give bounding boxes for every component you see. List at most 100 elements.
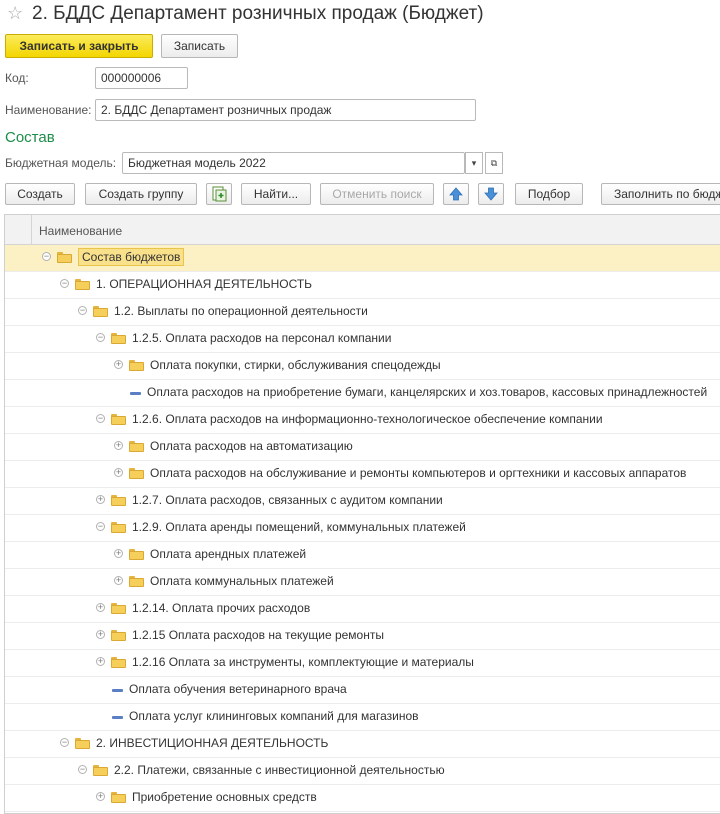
table-row[interactable]: − Состав бюджетов: [5, 245, 720, 272]
row-label: Состав бюджетов: [78, 248, 185, 266]
table-row[interactable]: − 1.2.6. Оплата расходов на информационно…: [5, 407, 720, 434]
folder-icon: [111, 495, 126, 506]
expand-icon[interactable]: +: [114, 360, 123, 369]
table-row[interactable]: + Оплата арендных платежей: [5, 542, 720, 569]
folder-icon: [111, 657, 126, 668]
expand-icon[interactable]: +: [114, 576, 123, 585]
row-label: 1. ОПЕРАЦИОННАЯ ДЕЯТЕЛЬНОСТЬ: [96, 277, 313, 291]
row-label: Оплата расходов на приобретение бумаги, …: [147, 385, 708, 399]
table-row[interactable]: + Приобретение основных средств: [5, 785, 720, 812]
table-row[interactable]: +1.2.14. Оплата прочих расходов: [5, 596, 720, 623]
folder-icon: [111, 630, 126, 641]
row-label: Приобретение основных средств: [132, 790, 317, 804]
table-row[interactable]: − 1.2.5. Оплата расходов на персонал комп…: [5, 326, 720, 353]
open-link-icon[interactable]: ⧉: [485, 152, 503, 174]
item-icon: [112, 689, 123, 692]
favorite-star-icon[interactable]: ☆: [7, 3, 23, 23]
row-label: Оплата расходов на обслуживание и ремонт…: [150, 466, 687, 480]
table-row[interactable]: + Оплата коммунальных платежей: [5, 569, 720, 596]
expand-icon[interactable]: +: [114, 441, 123, 450]
document-add-icon: [212, 186, 227, 202]
table-row[interactable]: − 1.2.9. Оплата аренды помещений, коммуна…: [5, 515, 720, 542]
row-label: 1.2.14. Оплата прочих расходов: [132, 601, 311, 615]
table-row[interactable]: Оплата расходов на приобретение бумаги, …: [5, 380, 720, 407]
folder-icon: [129, 441, 144, 452]
save-and-close-button[interactable]: Записать и закрыть: [5, 34, 153, 58]
row-label: 1.2.5. Оплата расходов на персонал компа…: [132, 331, 392, 345]
table-row[interactable]: +1.2.15 Оплата расходов на текущие ремон…: [5, 623, 720, 650]
row-label: Оплата расходов на автоматизацию: [150, 439, 353, 453]
save-button[interactable]: Записать: [161, 34, 238, 58]
folder-icon: [111, 333, 126, 344]
row-label: 2. ИНВЕСТИЦИОННАЯ ДЕЯТЕЛЬНОСТЬ: [96, 736, 329, 750]
column-header-name[interactable]: Наименование: [39, 224, 122, 238]
expand-icon[interactable]: +: [96, 630, 105, 639]
row-label: Оплата обучения ветеринарного врача: [129, 682, 347, 696]
collapse-icon[interactable]: −: [60, 279, 69, 288]
code-field[interactable]: 000000006: [95, 67, 188, 89]
arrow-down-icon: [484, 187, 498, 201]
row-label: 1.2.7. Оплата расходов, связанных с ауди…: [132, 493, 443, 507]
create-button[interactable]: Создать: [5, 183, 75, 205]
table-row[interactable]: − 2.2. Платежи, связанные с инвестиционно…: [5, 758, 720, 785]
dropdown-arrow-icon[interactable]: ▾: [465, 152, 483, 174]
item-icon: [112, 716, 123, 719]
table-row[interactable]: − 1. ОПЕРАЦИОННАЯ ДЕЯТЕЛЬНОСТЬ: [5, 272, 720, 299]
table-row[interactable]: +1.2.7. Оплата расходов, связанных с ауд…: [5, 488, 720, 515]
collapse-icon[interactable]: −: [96, 414, 105, 423]
folder-icon: [129, 468, 144, 479]
arrow-up-icon: [449, 187, 463, 201]
collapse-icon[interactable]: −: [60, 738, 69, 747]
folder-icon: [57, 252, 72, 263]
expand-icon[interactable]: +: [96, 657, 105, 666]
table-row[interactable]: Оплата услуг клининговых компаний для ма…: [5, 704, 720, 731]
table-row[interactable]: Оплата обучения ветеринарного врача: [5, 677, 720, 704]
expand-icon[interactable]: +: [96, 792, 105, 801]
collapse-icon[interactable]: −: [96, 333, 105, 342]
name-field[interactable]: 2. БДДС Департамент розничных продаж: [95, 99, 476, 121]
folder-icon: [75, 738, 90, 749]
folder-icon: [93, 765, 108, 776]
table-row[interactable]: + Оплата расходов на автоматизацию: [5, 434, 720, 461]
row-label: 2.2. Платежи, связанные с инвестиционной…: [114, 763, 445, 777]
table-row[interactable]: +1.2.16 Оплата за инструменты, комплекту…: [5, 650, 720, 677]
budget-composition-table: Наименование − Состав бюджетов − 1. ОПЕРАЦИ…: [4, 214, 720, 814]
expand-icon[interactable]: +: [114, 468, 123, 477]
table-row[interactable]: − 2. ИНВЕСТИЦИОННАЯ ДЕЯТЕЛЬНОСТЬ: [5, 731, 720, 758]
row-label: 1.2.15 Оплата расходов на текущие ремонт…: [132, 628, 384, 642]
row-label: Оплата услуг клининговых компаний для ма…: [129, 709, 419, 723]
find-button[interactable]: Найти...: [241, 183, 311, 205]
collapse-icon[interactable]: −: [78, 765, 87, 774]
copy-add-button[interactable]: [206, 183, 232, 205]
collapse-icon[interactable]: −: [78, 306, 87, 315]
expand-icon[interactable]: +: [114, 549, 123, 558]
item-icon: [130, 392, 141, 395]
folder-icon: [129, 549, 144, 560]
collapse-icon[interactable]: −: [42, 252, 51, 261]
expand-icon[interactable]: +: [96, 603, 105, 612]
move-down-button[interactable]: [478, 183, 504, 205]
page-title: 2. БДДС Департамент розничных продаж (Бю…: [32, 3, 484, 24]
cancel-search-button[interactable]: Отменить поиск: [320, 183, 434, 205]
move-up-button[interactable]: [443, 183, 469, 205]
fill-by-budget-button[interactable]: Заполнить по бюджету: [601, 183, 720, 205]
table-row[interactable]: + Оплата покупки, стирки, обслуживания сп…: [5, 353, 720, 380]
collapse-icon[interactable]: −: [96, 522, 105, 531]
pick-button[interactable]: Подбор: [515, 183, 583, 205]
folder-icon: [111, 603, 126, 614]
folder-icon: [111, 522, 126, 533]
title-bar: ☆ 2. БДДС Департамент розничных продаж (…: [0, 0, 720, 30]
code-label: Код:: [5, 71, 29, 85]
budget-model-field[interactable]: Бюджетная модель 2022: [122, 152, 465, 174]
create-group-button[interactable]: Создать группу: [85, 183, 197, 205]
row-label: Оплата покупки, стирки, обслуживания спе…: [150, 358, 441, 372]
row-label: 1.2.16 Оплата за инструменты, комплектую…: [132, 655, 474, 669]
folder-icon: [111, 792, 126, 803]
expand-icon[interactable]: +: [96, 495, 105, 504]
budget-model-label: Бюджетная модель:: [5, 156, 117, 170]
folder-icon: [129, 576, 144, 587]
table-row[interactable]: + Оплата расходов на обслуживание и ремон…: [5, 461, 720, 488]
name-label: Наименование:: [5, 103, 92, 117]
section-title: Состав: [5, 129, 55, 146]
table-row[interactable]: − 1.2. Выплаты по операционной деятельнос…: [5, 299, 720, 326]
